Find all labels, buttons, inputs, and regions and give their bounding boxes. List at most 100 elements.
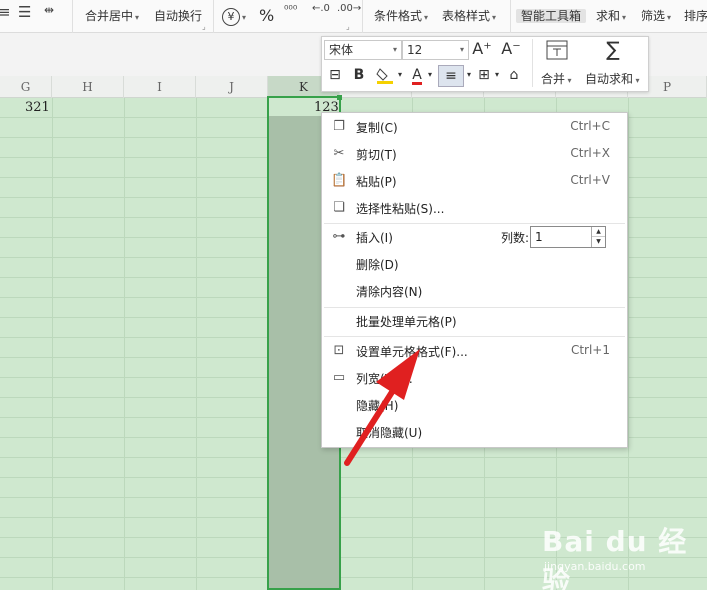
font-color-button[interactable]: A — [408, 65, 426, 85]
currency-icon: ¥ — [222, 8, 240, 26]
menu-item-label: 插入(I) — [356, 231, 393, 245]
cell-g1[interactable]: 321 — [25, 100, 50, 115]
sigma-icon[interactable]: ∑ — [599, 39, 627, 59]
menu-item-hide[interactable]: 隐藏(H) — [322, 393, 627, 419]
justify-icon[interactable]: ☰ — [18, 3, 31, 21]
fill-color-button[interactable] — [373, 65, 397, 91]
ribbon-toolbar: ≡ ☰ ⇹ 合并居中 ▾ 自动换行 ⌟ ¥ ▾ % ⁰⁰⁰ ←.0 .00→ ⌟ 条… — [0, 0, 707, 33]
scissors-icon: ✂ — [333, 146, 345, 161]
column-header-h[interactable]: H — [52, 76, 124, 98]
border-icon[interactable]: ⊞ — [475, 65, 493, 85]
conditional-format-button[interactable]: 条件格式 ▾ — [374, 5, 428, 27]
wrap-text-button[interactable]: 自动换行 — [154, 5, 202, 27]
autosum-label[interactable]: 自动求和 ▾ — [585, 70, 640, 87]
conditional-format-label: 条件格式 — [374, 9, 423, 23]
decrease-decimal-icon[interactable]: .00→ — [337, 3, 361, 14]
sort-button[interactable]: 排序 — [684, 5, 707, 27]
copy-icon: ❐ — [333, 119, 345, 134]
stepper-down-icon[interactable]: ▼ — [592, 237, 605, 247]
autosum-text: 自动求和 — [585, 72, 634, 86]
font-size-value: 12 — [407, 43, 423, 57]
merge-label[interactable]: 合并 ▾ — [541, 70, 572, 87]
table-style-label: 表格样式 — [442, 9, 491, 23]
format-cells-icon: ⊡ — [333, 343, 345, 358]
column-count-stepper[interactable]: ▲ ▼ — [591, 227, 605, 247]
menu-item-label: 清除内容(N) — [356, 285, 423, 299]
distribute-icon[interactable]: ⇹ — [44, 3, 54, 17]
format-painter-icon[interactable]: ⌂ — [504, 65, 524, 85]
font-family-value: 宋体 — [329, 43, 354, 57]
percent-button[interactable]: % — [259, 5, 274, 27]
smart-tools-label: 智能工具箱 — [516, 9, 587, 23]
filter-button[interactable]: 筛选 ▾ — [641, 5, 671, 27]
merge-center-label: 合并居中 — [85, 9, 134, 23]
menu-item-shortcut: Ctrl+C — [570, 119, 610, 133]
menu-item-label: 设置单元格格式(F)... — [356, 345, 468, 359]
menu-item-paste[interactable]: 📋 粘贴(P) Ctrl+V — [322, 169, 627, 195]
menu-item-cut[interactable]: ✂ 剪切(T) Ctrl+X — [322, 142, 627, 168]
menu-item-batch[interactable]: 批量处理单元格(P) — [322, 309, 627, 335]
chevron-down-icon[interactable]: ▾ — [426, 65, 434, 85]
menu-item-insert[interactable]: ⊶ 插入(I) 列数: 1 ▲ ▼ — [322, 225, 627, 251]
bold-button[interactable]: B — [350, 65, 368, 85]
column-count-input[interactable]: 1 ▲ ▼ — [530, 226, 606, 248]
chevron-down-icon[interactable]: ▾ — [493, 65, 501, 85]
currency-button[interactable]: ¥ ▾ — [222, 5, 246, 27]
wrap-text-label: 自动换行 — [154, 9, 203, 23]
table-style-button[interactable]: 表格样式 ▾ — [442, 5, 496, 27]
menu-item-unhide[interactable]: 取消隐藏(U) — [322, 420, 627, 446]
stepper-up-icon[interactable]: ▲ — [592, 227, 605, 237]
chevron-down-icon: ▾ — [392, 45, 397, 54]
thousands-icon[interactable]: ⁰⁰⁰ — [284, 3, 297, 16]
menu-item-delete[interactable]: 删除(D) — [322, 252, 627, 278]
mini-toolbar: 宋体 ▾ 12 ▾ A⁺ A⁻ ∑ ⊟ B ▾ A ▾ ≡ ▾ ⊞ ▾ ⌂ 合并 ▾… — [321, 36, 649, 92]
watermark-brand: Bai du 经验 — [542, 525, 688, 590]
menu-item-label: 剪切(T) — [356, 148, 397, 162]
font-color-letter: A — [412, 67, 422, 85]
font-family-select[interactable]: 宋体 ▾ — [324, 40, 402, 60]
filter-label: 筛选 — [641, 9, 666, 23]
menu-item-label: 列宽(W)... — [356, 372, 413, 386]
font-size-select[interactable]: 12 ▾ — [402, 40, 469, 60]
merge-icon[interactable] — [543, 39, 571, 65]
chevron-down-icon[interactable]: ▾ — [465, 65, 473, 85]
column-header-g[interactable]: G — [0, 76, 52, 98]
align-center-button[interactable]: ≡ — [438, 65, 464, 87]
column-width-icon: ▭ — [332, 370, 346, 385]
column-header-j[interactable]: J — [196, 76, 268, 98]
column-count-label: 列数: — [501, 231, 530, 245]
smart-tools-button[interactable]: 智能工具箱 — [516, 5, 587, 27]
merge-center-button[interactable]: 合并居中 ▾ — [85, 5, 139, 27]
sum-button[interactable]: 求和 ▾ — [596, 5, 626, 27]
spreadsheet-window: ≡ ☰ ⇹ 合并居中 ▾ 自动换行 ⌟ ¥ ▾ % ⁰⁰⁰ ←.0 .00→ ⌟ 条… — [0, 0, 707, 590]
increase-decimal-icon[interactable]: ←.0 — [312, 3, 330, 14]
menu-item-label: 删除(D) — [356, 258, 399, 272]
menu-item-label: 粘贴(P) — [356, 175, 397, 189]
clipboard-icon: 📋 — [331, 173, 348, 188]
sort-label: 排序 — [684, 9, 707, 23]
menu-item-format-cells[interactable]: ⊡ 设置单元格格式(F)... Ctrl+1 — [322, 339, 627, 365]
column-header-i[interactable]: I — [124, 76, 196, 98]
column-count-value: 1 — [535, 230, 543, 244]
insert-icon: ⊶ — [332, 229, 346, 244]
menu-item-label: 批量处理单元格(P) — [356, 315, 457, 329]
menu-item-column-width[interactable]: ▭ 列宽(W)... — [322, 366, 627, 392]
shrink-font-button[interactable]: A⁻ — [501, 39, 521, 59]
paste-special-icon: ❏ — [333, 200, 345, 215]
grow-font-button[interactable]: A⁺ — [472, 39, 492, 59]
menu-item-shortcut: Ctrl+1 — [570, 343, 610, 357]
sum-label: 求和 — [596, 9, 621, 23]
menu-item-shortcut: Ctrl+X — [570, 146, 610, 160]
menu-item-copy[interactable]: ❐ 复制(C) Ctrl+C — [322, 115, 627, 141]
wrap-format-icon[interactable]: ⊟ — [325, 65, 345, 85]
percent-label: % — [259, 6, 275, 25]
menu-item-paste-special[interactable]: ❏ 选择性粘贴(S)... — [322, 196, 627, 222]
baidu-watermark: Bai du 经验 jingyan.baidu.com — [542, 520, 702, 590]
menu-item-clear[interactable]: 清除内容(N) — [322, 279, 627, 305]
align-icon[interactable]: ≡ — [0, 3, 11, 21]
chevron-down-icon: ▾ — [459, 45, 464, 54]
chevron-down-icon[interactable]: ▾ — [396, 65, 404, 85]
menu-item-label: 取消隐藏(U) — [356, 426, 423, 440]
fill-handle[interactable] — [337, 95, 342, 100]
watermark-url: jingyan.baidu.com — [544, 560, 646, 573]
